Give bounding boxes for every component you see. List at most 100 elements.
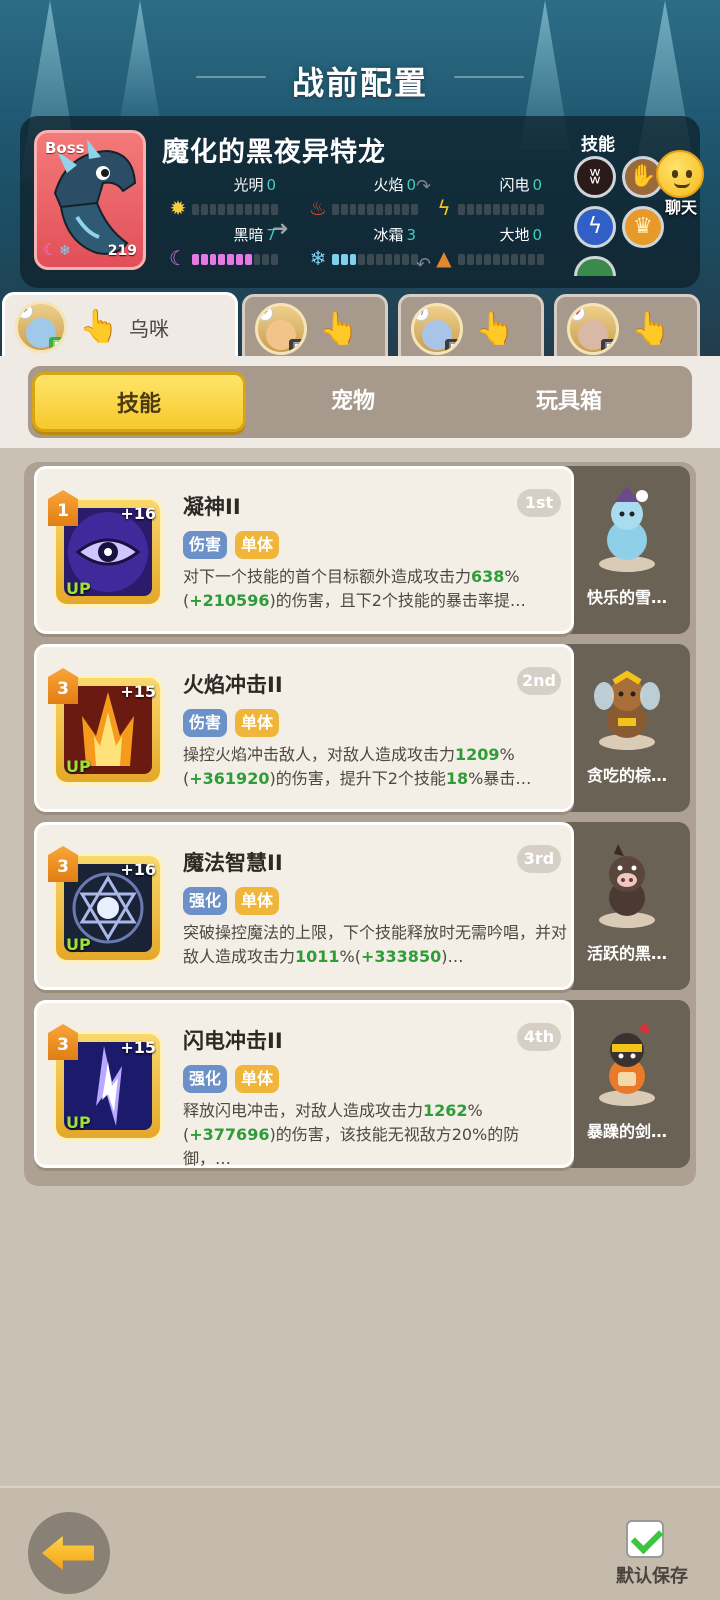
character-tabs: ✦ ▣ 👆 乌咪 ✦ ▣ 👆 ϟ ▣ 👆 ♥ ▣ 👆 — [0, 292, 720, 358]
boss-skills-label: 技能 — [581, 135, 615, 155]
character-name: 乌咪 — [129, 317, 169, 341]
back-arrow-icon — [42, 1536, 94, 1570]
element-label: 闪电 — [499, 176, 530, 194]
cycle-arrow-icon: ↶ — [416, 254, 432, 275]
element-bar — [192, 254, 278, 265]
element-label: 火焰 — [373, 176, 404, 194]
boss-skill-bite-icon[interactable]: ʬ — [574, 156, 616, 198]
snow-pet-icon — [599, 486, 655, 572]
skill-icon-frame: 3 +15 UP — [48, 1024, 163, 1141]
boss-skill-lightning-icon[interactable]: ϟ — [574, 206, 616, 248]
skill-plus: +15 — [120, 1038, 156, 1057]
fire-icon: ♨ — [309, 196, 327, 220]
status-badge-icon: ▣ — [289, 339, 304, 352]
skill-card-3[interactable]: 3 +16 UP 魔法智慧II 3rd 强化 单体 突破操控魔法的上限，下个技能… — [34, 822, 574, 990]
skill-level-badge: 1 — [48, 490, 78, 526]
element-bar — [458, 254, 544, 265]
skill-level-badge: 3 — [48, 846, 78, 882]
default-save-checkbox[interactable] — [626, 1520, 664, 1558]
skill-card-2[interactable]: 3 +15 UP 火焰冲击II 2nd 伤害 单体 操控火焰冲击敌人，对敌人造成… — [34, 644, 574, 812]
element-thunder: 闪电 0 ϟ — [432, 174, 572, 224]
emoji-face-icon — [656, 150, 704, 198]
segment-area: 技能 宠物 玩具箱 — [0, 356, 720, 448]
skill-description: 释放闪电冲击，对敌人造成攻击力1262%(+377696)的伤害，该技能无视敌方… — [183, 1101, 520, 1168]
skill-up-button[interactable]: UP — [66, 1113, 91, 1132]
page-title: 战前配置 — [291, 64, 428, 102]
snowflake-icon: ❄ — [59, 243, 71, 259]
tap-hand-icon: 👆 — [319, 309, 359, 347]
element-value: 3 — [406, 226, 416, 244]
arrow-icon: ➜ — [272, 216, 289, 240]
pet-name: 活跃的黑… — [586, 944, 667, 963]
element-label: 大地 — [499, 226, 530, 244]
skill-rank: 4th — [517, 1023, 561, 1051]
lightning-icon: ϟ — [437, 196, 451, 220]
skill-target-tag: 单体 — [235, 1065, 280, 1093]
element-value: 0 — [532, 226, 542, 244]
skill-plus: +16 — [120, 860, 156, 879]
skill-up-button[interactable]: UP — [66, 935, 91, 954]
skill-title: 闪电冲击II — [183, 1029, 283, 1053]
skill-description: 突破操控魔法的上限，下个技能释放时无需吟唱，并对敌人造成攻击力1011%(+33… — [183, 923, 568, 966]
frost-badge-icon: ✦ — [18, 304, 33, 319]
tab-pets[interactable]: 宠物 — [246, 372, 460, 432]
element-earth: 大地 0 ▲ — [432, 224, 572, 274]
tap-hand-icon: 👆 — [631, 309, 671, 347]
skill-type-tag: 强化 — [183, 1065, 228, 1093]
element-value: 0 — [532, 176, 542, 194]
segment-control: 技能 宠物 玩具箱 — [28, 366, 692, 438]
skill-title: 魔法智慧II — [183, 851, 283, 875]
skill-plus: +15 — [120, 682, 156, 701]
character-tab-wumi[interactable]: ✦ ▣ 👆 乌咪 — [2, 292, 238, 358]
tap-hand-icon: 👆 — [79, 307, 119, 345]
moon-icon: ☾ — [43, 240, 58, 259]
skill-up-button[interactable]: UP — [66, 579, 91, 598]
skill-icon-frame: 3 +15 UP — [48, 668, 163, 785]
chat-label: 聊天 — [664, 198, 697, 217]
pet-slot-4[interactable]: 暴躁的剑… — [564, 1000, 690, 1168]
back-button[interactable] — [28, 1512, 110, 1594]
character-tab-2[interactable]: ✦ ▣ 👆 — [242, 294, 388, 356]
status-badge-icon: ▣ — [601, 339, 616, 352]
pet-name: 快乐的雪… — [586, 588, 667, 607]
tap-hand-icon: 👆 — [475, 309, 515, 347]
boss-tag: Boss — [45, 139, 85, 157]
skill-card-4[interactable]: 3 +15 UP 闪电冲击II 4th 强化 单体 释放闪电冲击，对敌人造成攻击… — [34, 1000, 574, 1168]
tab-toybox[interactable]: 玩具箱 — [462, 372, 676, 432]
character-tab-3[interactable]: ϟ ▣ 👆 — [398, 294, 544, 356]
earth-icon: ▲ — [436, 246, 452, 270]
boss-level: 219 — [107, 243, 137, 259]
tab-skills[interactable]: 技能 — [32, 372, 246, 432]
bee-pet-icon — [594, 670, 660, 750]
skill-icon-frame: 3 +16 UP — [48, 846, 163, 963]
skill-description: 对下一个技能的首个目标额外造成攻击力638%(+210596)的伤害，且下2个技… — [183, 567, 526, 610]
pet-slot-2[interactable]: 贪吃的棕… — [564, 644, 690, 812]
boss-skill-partial-icon[interactable] — [574, 256, 616, 276]
skill-target-tag: 单体 — [235, 709, 280, 737]
skill-card-1[interactable]: 1 +16 UP 凝神II 1st 伤害 单体 对下一个技能的首个目标额外造成攻… — [34, 466, 574, 634]
skill-description: 操控火焰冲击敌人，对敌人造成攻击力1209%(+361920)的伤害，提升下2个… — [183, 745, 532, 788]
bottom-bar: 默认保存 — [0, 1486, 720, 1600]
moon-icon: ☾ — [169, 246, 187, 270]
pet-slot-1[interactable]: 快乐的雪… — [564, 466, 690, 634]
element-value: 0 — [406, 176, 416, 194]
avatar: ♥ ▣ — [567, 303, 619, 355]
skill-up-button[interactable]: UP — [66, 757, 91, 776]
character-tab-4[interactable]: ♥ ▣ 👆 — [554, 294, 700, 356]
skill-type-tag: 伤害 — [183, 531, 228, 559]
element-bar — [332, 204, 418, 215]
skill-title: 火焰冲击II — [183, 673, 283, 697]
chat-button[interactable]: 聊天 — [646, 150, 716, 220]
sword-cat-pet-icon — [599, 1022, 655, 1106]
skill-target-tag: 单体 — [235, 531, 280, 559]
lightning-badge-icon: ϟ — [414, 306, 429, 321]
skill-title: 凝神II — [183, 495, 241, 519]
skill-rank: 2nd — [517, 667, 561, 695]
snowflake-icon: ❄ — [309, 246, 327, 270]
boss-portrait[interactable]: Boss ☾ ❄ 219 — [34, 130, 146, 270]
boss-info-panel: Boss ☾ ❄ 219 魔化的黑夜异特龙 光明 0 ✹ 火焰 0 ♨ 闪电 0 ϟ … — [20, 116, 700, 288]
skill-rank: 3rd — [517, 845, 561, 873]
pet-slot-3[interactable]: 活跃的黑… — [564, 822, 690, 990]
skill-icon-frame: 1 +16 UP — [48, 490, 163, 607]
skill-type-tag: 伤害 — [183, 709, 228, 737]
